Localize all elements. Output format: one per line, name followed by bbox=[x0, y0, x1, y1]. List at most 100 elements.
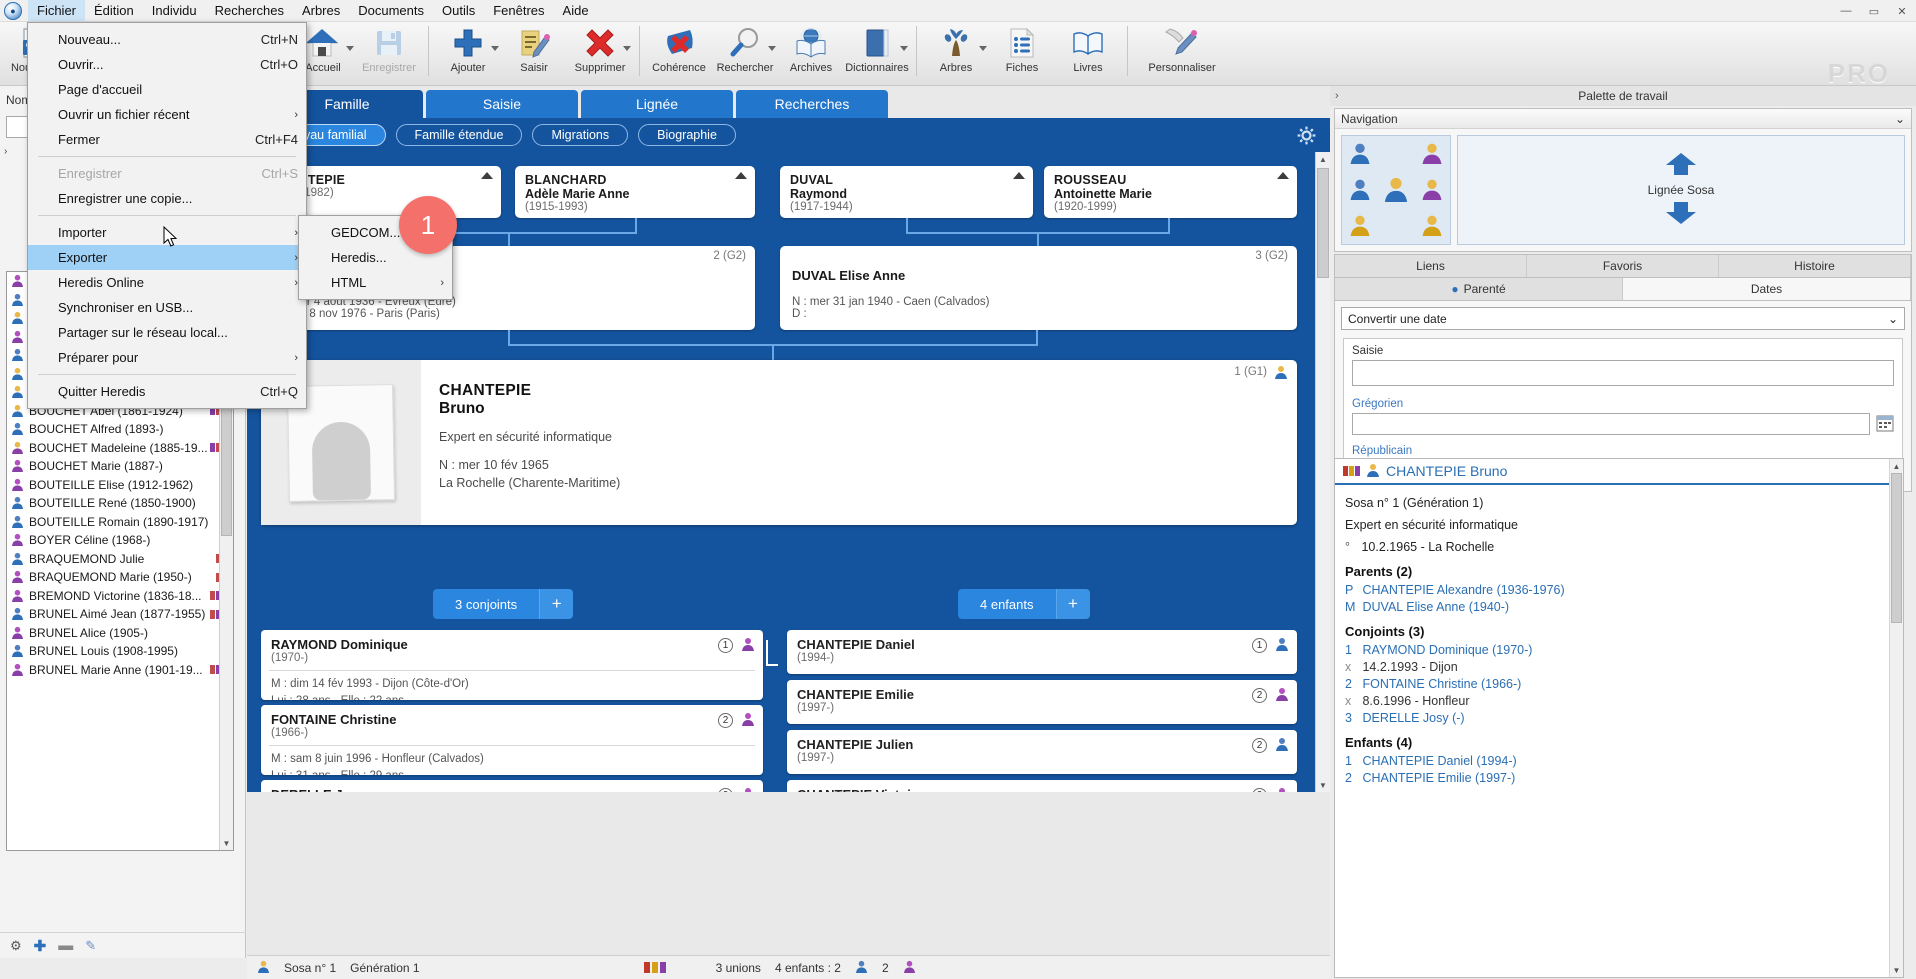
parent-link[interactable]: DUVAL Elise Anne (1940-) bbox=[1362, 600, 1509, 614]
list-item[interactable]: BOUTEILLE René (1850-1900) bbox=[7, 494, 233, 513]
info-panel-scrollbar[interactable]: ▲ ▼ bbox=[1889, 459, 1903, 977]
info-child-row[interactable]: 1 CHANTEPIE Daniel (1994-) bbox=[1345, 754, 1893, 768]
collapse-caret-icon[interactable] bbox=[1277, 172, 1289, 179]
menu-item-enregistrer-une-copie[interactable]: Enregistrer une copie... bbox=[28, 186, 306, 211]
info-parent-row[interactable]: M DUVAL Elise Anne (1940-) bbox=[1345, 600, 1893, 614]
grandparent-card-3[interactable]: ROUSSEAU Antoinette Marie (1920-1999) bbox=[1044, 166, 1297, 218]
list-item[interactable]: BRUNEL Aimé Jean (1877-1955) bbox=[7, 605, 233, 624]
menu-item-partager-sur-le-r-seau-local[interactable]: Partager sur le réseau local... bbox=[28, 320, 306, 345]
menu-fenetres[interactable]: Fenêtres bbox=[484, 0, 553, 21]
file-menu-dropdown[interactable]: Nouveau...Ctrl+NOuvrir...Ctrl+OPage d'ac… bbox=[27, 22, 307, 409]
tab-histoire[interactable]: Histoire bbox=[1719, 255, 1911, 277]
spouse-link[interactable]: RAYMOND Dominique (1970-) bbox=[1362, 643, 1532, 657]
father-nav-icon[interactable] bbox=[1349, 178, 1371, 203]
subtab-biographie[interactable]: Biographie bbox=[638, 124, 736, 146]
toolbar-enregistrer[interactable]: Enregistrer bbox=[356, 22, 422, 84]
toolbar-rechercher[interactable]: Rechercher bbox=[712, 22, 778, 84]
gregorien-label[interactable]: Grégorien bbox=[1352, 398, 1894, 410]
children-button[interactable]: 4 enfants + bbox=[958, 589, 1090, 619]
toolbar-coherence[interactable]: Cohérence bbox=[646, 22, 712, 84]
child-link[interactable]: CHANTEPIE Emilie (1997-) bbox=[1362, 771, 1515, 785]
spouse-link[interactable]: FONTAINE Christine (1966-) bbox=[1362, 677, 1521, 691]
list-item[interactable]: BOUTEILLE Romain (1890-1917) bbox=[7, 513, 233, 532]
calendar-icon[interactable] bbox=[1876, 414, 1894, 435]
settings-gear-icon[interactable] bbox=[1297, 126, 1316, 148]
menu-individu[interactable]: Individu bbox=[143, 0, 206, 21]
menu-item-quitter-heredis[interactable]: Quitter HeredisCtrl+Q bbox=[28, 379, 306, 404]
menu-item-heredis-online[interactable]: Heredis Online› bbox=[28, 270, 306, 295]
menu-item-synchroniser-en-usb[interactable]: Synchroniser en USB... bbox=[28, 295, 306, 320]
toolbar-livres[interactable]: Livres bbox=[1055, 22, 1121, 84]
toolbar-arbres[interactable]: Arbres bbox=[923, 22, 989, 84]
navigation-panel-header[interactable]: Navigation ⌄ bbox=[1335, 109, 1911, 129]
spouse-link[interactable]: DERELLE Josy (-) bbox=[1362, 711, 1464, 725]
toolbar-ajouter[interactable]: Ajouter bbox=[435, 22, 501, 84]
child-link[interactable]: CHANTEPIE Daniel (1994-) bbox=[1362, 754, 1516, 768]
list-item[interactable]: BRAQUEMOND Marie (1950-) bbox=[7, 568, 233, 587]
scroll-up-icon[interactable]: ▲ bbox=[1890, 459, 1903, 473]
chevron-down-icon[interactable] bbox=[979, 46, 987, 51]
toolbar-archives[interactable]: Archives bbox=[778, 22, 844, 84]
menu-item-ouvrir-un-fichier-r-cent[interactable]: Ouvrir un fichier récent› bbox=[28, 102, 306, 127]
chevron-down-icon[interactable] bbox=[900, 46, 908, 51]
expand-chevron-icon[interactable]: › bbox=[4, 146, 7, 157]
tab-favoris[interactable]: Favoris bbox=[1527, 255, 1719, 277]
menu-outils[interactable]: Outils bbox=[433, 0, 484, 21]
tab-dates[interactable]: Dates bbox=[1623, 278, 1911, 300]
scrollbar-thumb[interactable] bbox=[1891, 473, 1902, 623]
info-spouse-row[interactable]: 2 FONTAINE Christine (1966-) bbox=[1345, 677, 1893, 691]
info-spouse-row[interactable]: 3 DERELLE Josy (-) bbox=[1345, 711, 1893, 725]
toolbar-supprimer[interactable]: Supprimer bbox=[567, 22, 633, 84]
self-nav-icon[interactable] bbox=[1383, 176, 1409, 205]
toolbar-fiches[interactable]: Fiches bbox=[989, 22, 1055, 84]
remove-person-icon[interactable]: ▬ bbox=[58, 937, 73, 954]
info-spouse-row[interactable]: 1 RAYMOND Dominique (1970-) bbox=[1345, 643, 1893, 657]
collapse-panel-chevron-icon[interactable]: › bbox=[1335, 90, 1339, 102]
minimize-button[interactable]: — bbox=[1832, 1, 1860, 21]
add-person-icon[interactable]: ✚ bbox=[34, 937, 47, 955]
republicain-label[interactable]: Républicain bbox=[1352, 445, 1894, 457]
list-item[interactable]: BOYER Céline (1968-) bbox=[7, 531, 233, 550]
menu-arbres[interactable]: Arbres bbox=[293, 0, 349, 21]
collapse-caret-icon[interactable] bbox=[735, 172, 747, 179]
parent-link[interactable]: CHANTEPIE Alexandre (1936-1976) bbox=[1362, 583, 1564, 597]
toolbar-saisir[interactable]: Saisir bbox=[501, 22, 567, 84]
close-button[interactable]: ✕ bbox=[1888, 1, 1916, 21]
menu-aide[interactable]: Aide bbox=[554, 0, 598, 21]
spouse-card-2[interactable]: DERELLE Josy 3 bbox=[261, 780, 763, 792]
menu-item-nouveau[interactable]: Nouveau...Ctrl+N bbox=[28, 27, 306, 52]
chevron-down-icon[interactable] bbox=[346, 46, 354, 51]
collapse-caret-icon[interactable] bbox=[481, 172, 493, 179]
tab-saisie[interactable]: Saisie bbox=[426, 90, 578, 118]
subtab-famille-etendue[interactable]: Famille étendue bbox=[396, 124, 523, 146]
scroll-down-icon[interactable]: ▼ bbox=[1890, 963, 1903, 977]
list-item[interactable]: BRUNEL Louis (1908-1995) bbox=[7, 642, 233, 661]
menu-item-fermer[interactable]: FermerCtrl+F4 bbox=[28, 127, 306, 152]
toolbar-personnaliser[interactable]: Personnaliser bbox=[1134, 22, 1230, 84]
child-card-3[interactable]: CHANTEPIE Victoire (2001-) 2 bbox=[787, 780, 1297, 792]
menu-item-pr-parer-pour[interactable]: Préparer pour› bbox=[28, 345, 306, 370]
add-child-icon[interactable]: + bbox=[1056, 589, 1090, 619]
edit-person-icon[interactable]: ✎ bbox=[85, 938, 96, 954]
settings-gear-icon[interactable]: ⚙ bbox=[10, 938, 22, 954]
scrollbar-thumb[interactable] bbox=[1317, 168, 1329, 278]
subtab-migrations[interactable]: Migrations bbox=[532, 124, 628, 146]
child-nav-icon[interactable] bbox=[1421, 214, 1443, 239]
list-item[interactable]: BOUTEILLE Elise (1912-1962) bbox=[7, 476, 233, 495]
menu-item-ouvrir[interactable]: Ouvrir...Ctrl+O bbox=[28, 52, 306, 77]
tab-recherches[interactable]: Recherches bbox=[736, 90, 888, 118]
menu-documents[interactable]: Documents bbox=[349, 0, 433, 21]
scroll-down-icon[interactable]: ▼ bbox=[220, 836, 233, 850]
child-card-0[interactable]: CHANTEPIE Daniel (1994-) 1 bbox=[787, 630, 1297, 674]
list-item[interactable]: BREMOND Victorine (1836-18... bbox=[7, 587, 233, 606]
list-item[interactable]: BOUCHET Alfred (1893-) bbox=[7, 420, 233, 439]
spouse-card-0[interactable]: RAYMOND Dominique (1970-) 1 M : dim 14 f… bbox=[261, 630, 763, 700]
grandparent-card-1[interactable]: BLANCHARD Adèle Marie Anne (1915-1993) bbox=[515, 166, 755, 218]
list-item[interactable]: BOUCHET Marie (1887-) bbox=[7, 457, 233, 476]
spouse-card-1[interactable]: FONTAINE Christine (1966-) 2 M : sam 8 j… bbox=[261, 705, 763, 775]
spouse-nav-icon[interactable] bbox=[1349, 214, 1371, 239]
info-parent-row[interactable]: P CHANTEPIE Alexandre (1936-1976) bbox=[1345, 583, 1893, 597]
toolbar-dictionnaires[interactable]: Dictionnaires bbox=[844, 22, 910, 84]
list-item[interactable]: BRUNEL Marie Anne (1901-19... bbox=[7, 661, 233, 680]
menu-fichier[interactable]: Fichier bbox=[28, 0, 85, 21]
